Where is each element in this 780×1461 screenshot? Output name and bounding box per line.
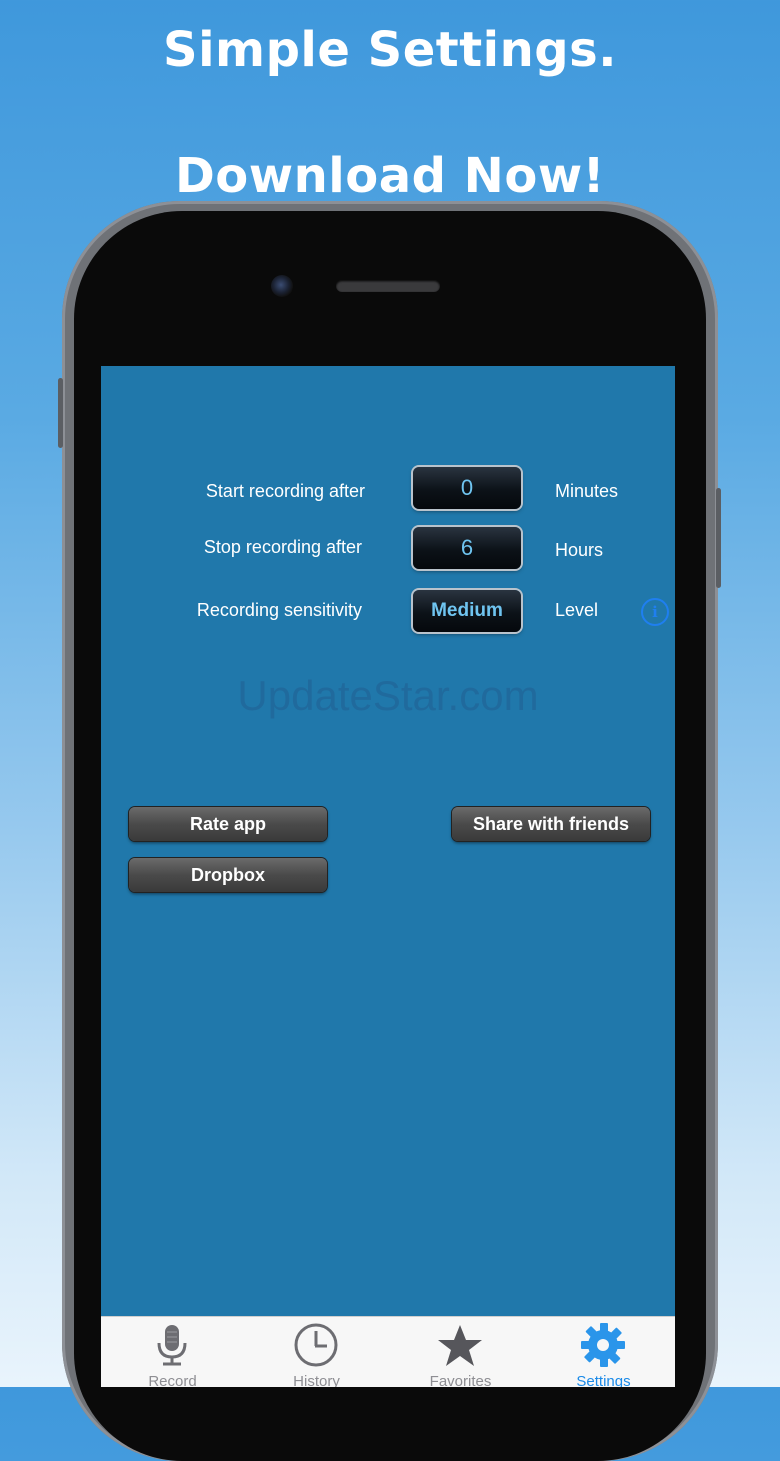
tab-favorites-label: Favorites bbox=[429, 1373, 492, 1387]
stop-recording-label: Stop recording after bbox=[203, 537, 362, 557]
tab-settings-label: Settings bbox=[576, 1373, 631, 1387]
promo-headline-1: Simple Settings. bbox=[163, 22, 617, 78]
watermark: UpdateStar.com bbox=[237, 672, 539, 719]
tab-favorites[interactable]: Favorites bbox=[389, 1317, 532, 1387]
info-icon[interactable]: i bbox=[641, 598, 669, 626]
share-with-friends-button[interactable]: Share with friends bbox=[452, 807, 650, 841]
tab-record-label: Record bbox=[148, 1373, 197, 1387]
earpiece-speaker bbox=[336, 280, 440, 292]
tab-record[interactable]: Record bbox=[101, 1317, 244, 1387]
start-recording-unit: Minutes bbox=[555, 481, 619, 501]
recording-sensitivity-unit: Level bbox=[555, 600, 599, 620]
tab-settings[interactable]: Settings bbox=[532, 1317, 675, 1387]
stop-recording-unit: Hours bbox=[555, 540, 604, 560]
tab-history[interactable]: History bbox=[245, 1317, 388, 1387]
tab-history-label: History bbox=[293, 1373, 340, 1387]
tab-bar: Record History Favorites Settings bbox=[101, 1316, 675, 1387]
app-screen: Start recording after 0 Minutes Stop rec… bbox=[101, 366, 675, 1387]
stop-recording-stepper[interactable]: 6 bbox=[413, 527, 521, 569]
recording-sensitivity-label: Recording sensitivity bbox=[196, 600, 362, 620]
start-recording-stepper[interactable]: 0 bbox=[413, 467, 521, 509]
phone-volume-button bbox=[58, 378, 63, 448]
rate-app-button[interactable]: Rate app bbox=[129, 807, 327, 841]
promo-headline-2: Download Now! bbox=[174, 148, 606, 204]
microphone-icon bbox=[157, 1325, 187, 1366]
recording-sensitivity-selector[interactable]: Medium bbox=[413, 590, 521, 632]
phone-power-button bbox=[716, 488, 721, 588]
star-icon bbox=[438, 1325, 482, 1366]
gear-icon bbox=[581, 1323, 625, 1367]
clock-icon bbox=[294, 1323, 338, 1367]
front-camera bbox=[271, 275, 293, 297]
dropbox-button[interactable]: Dropbox bbox=[129, 858, 327, 892]
start-recording-label: Start recording after bbox=[205, 481, 365, 501]
